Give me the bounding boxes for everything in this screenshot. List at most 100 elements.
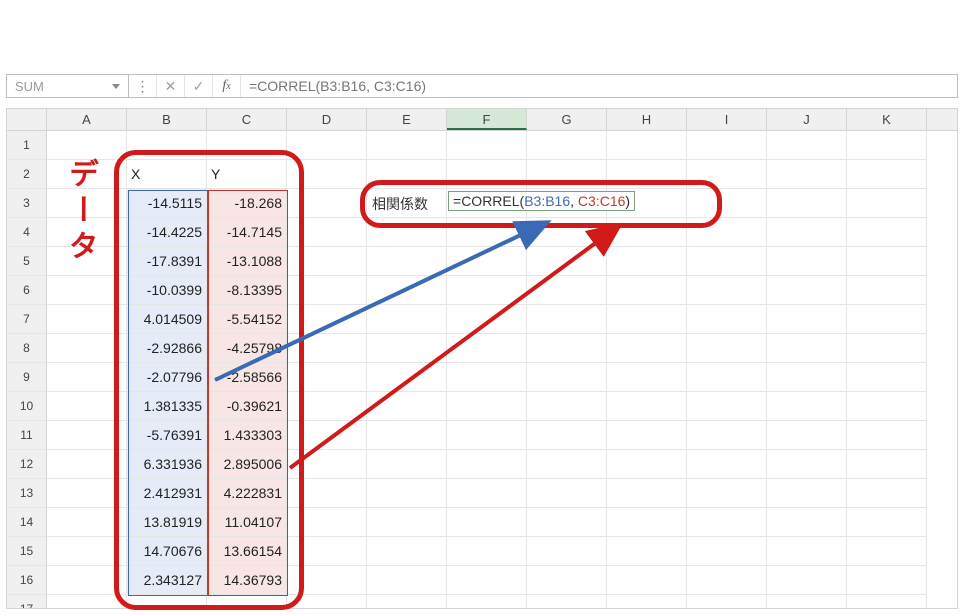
- cell[interactable]: [367, 305, 447, 334]
- cell[interactable]: [447, 508, 527, 537]
- col-A[interactable]: A: [47, 109, 127, 130]
- cell[interactable]: [287, 334, 367, 363]
- cell[interactable]: [47, 334, 127, 363]
- row-header[interactable]: 12: [7, 450, 47, 479]
- row-header[interactable]: 4: [7, 218, 47, 247]
- cell[interactable]: [687, 566, 767, 595]
- cell[interactable]: [367, 276, 447, 305]
- cell[interactable]: [47, 392, 127, 421]
- row-header[interactable]: 16: [7, 566, 47, 595]
- row-header[interactable]: 8: [7, 334, 47, 363]
- cell[interactable]: [447, 595, 527, 609]
- cell[interactable]: [47, 450, 127, 479]
- cell[interactable]: [527, 363, 607, 392]
- cell[interactable]: [767, 276, 847, 305]
- row-header[interactable]: 13: [7, 479, 47, 508]
- cell[interactable]: [687, 276, 767, 305]
- cell[interactable]: [287, 160, 367, 189]
- cell[interactable]: [47, 421, 127, 450]
- col-E[interactable]: E: [367, 109, 447, 130]
- cell[interactable]: [367, 479, 447, 508]
- cell[interactable]: [847, 305, 927, 334]
- row-header[interactable]: 7: [7, 305, 47, 334]
- cell[interactable]: [607, 392, 687, 421]
- cell[interactable]: [847, 450, 927, 479]
- cell[interactable]: [47, 508, 127, 537]
- col-B[interactable]: B: [127, 109, 207, 130]
- formula-input[interactable]: =CORREL(B3:B16, C3:C16): [241, 75, 957, 97]
- cell[interactable]: [287, 537, 367, 566]
- cell[interactable]: [847, 276, 927, 305]
- cell[interactable]: [47, 276, 127, 305]
- cell[interactable]: [767, 131, 847, 160]
- cell[interactable]: [367, 363, 447, 392]
- cell[interactable]: [687, 479, 767, 508]
- cell[interactable]: [287, 276, 367, 305]
- select-all-corner[interactable]: [7, 109, 47, 130]
- cell[interactable]: [47, 537, 127, 566]
- cell[interactable]: [527, 537, 607, 566]
- row-header[interactable]: 11: [7, 421, 47, 450]
- cell[interactable]: [527, 450, 607, 479]
- cell[interactable]: [607, 305, 687, 334]
- cell[interactable]: [367, 392, 447, 421]
- cell[interactable]: [767, 392, 847, 421]
- cell[interactable]: [607, 363, 687, 392]
- cell[interactable]: [607, 160, 687, 189]
- fx-icon[interactable]: fx: [213, 75, 241, 97]
- cell[interactable]: [447, 247, 527, 276]
- cell[interactable]: [687, 421, 767, 450]
- cell[interactable]: [527, 566, 607, 595]
- cell[interactable]: [527, 595, 607, 609]
- cell[interactable]: [527, 247, 607, 276]
- cell[interactable]: [607, 450, 687, 479]
- cell[interactable]: [287, 479, 367, 508]
- cell[interactable]: [527, 131, 607, 160]
- cell[interactable]: [47, 247, 127, 276]
- cell[interactable]: [447, 479, 527, 508]
- cell[interactable]: [607, 276, 687, 305]
- cell[interactable]: [367, 334, 447, 363]
- cell[interactable]: [447, 566, 527, 595]
- cell[interactable]: [47, 363, 127, 392]
- cell[interactable]: [47, 305, 127, 334]
- row-header[interactable]: 1: [7, 131, 47, 160]
- cell[interactable]: [767, 479, 847, 508]
- cell[interactable]: [367, 508, 447, 537]
- cell[interactable]: [847, 566, 927, 595]
- cell[interactable]: [687, 189, 767, 218]
- cell[interactable]: [527, 479, 607, 508]
- cell[interactable]: [847, 334, 927, 363]
- col-K[interactable]: K: [847, 109, 927, 130]
- cell[interactable]: [527, 276, 607, 305]
- row-header[interactable]: 3: [7, 189, 47, 218]
- cell[interactable]: [687, 392, 767, 421]
- row-header[interactable]: 14: [7, 508, 47, 537]
- cell[interactable]: [447, 421, 527, 450]
- col-H[interactable]: H: [607, 109, 687, 130]
- row-header[interactable]: 2: [7, 160, 47, 189]
- cell[interactable]: [607, 334, 687, 363]
- cell[interactable]: [447, 537, 527, 566]
- cell[interactable]: [847, 189, 927, 218]
- cell[interactable]: [767, 218, 847, 247]
- cell[interactable]: [47, 479, 127, 508]
- cell[interactable]: [607, 595, 687, 609]
- cell[interactable]: [47, 160, 127, 189]
- cell[interactable]: [847, 247, 927, 276]
- cell[interactable]: [687, 508, 767, 537]
- cell[interactable]: [847, 131, 927, 160]
- cell[interactable]: [207, 595, 287, 609]
- row-header[interactable]: 10: [7, 392, 47, 421]
- cell[interactable]: [447, 363, 527, 392]
- cell[interactable]: [207, 131, 287, 160]
- cell[interactable]: [767, 537, 847, 566]
- cell[interactable]: [847, 508, 927, 537]
- cell[interactable]: [287, 421, 367, 450]
- cell[interactable]: [767, 363, 847, 392]
- cell[interactable]: [767, 508, 847, 537]
- cell[interactable]: [527, 160, 607, 189]
- cell[interactable]: [527, 305, 607, 334]
- cell[interactable]: Y: [207, 160, 287, 189]
- cell[interactable]: [767, 595, 847, 609]
